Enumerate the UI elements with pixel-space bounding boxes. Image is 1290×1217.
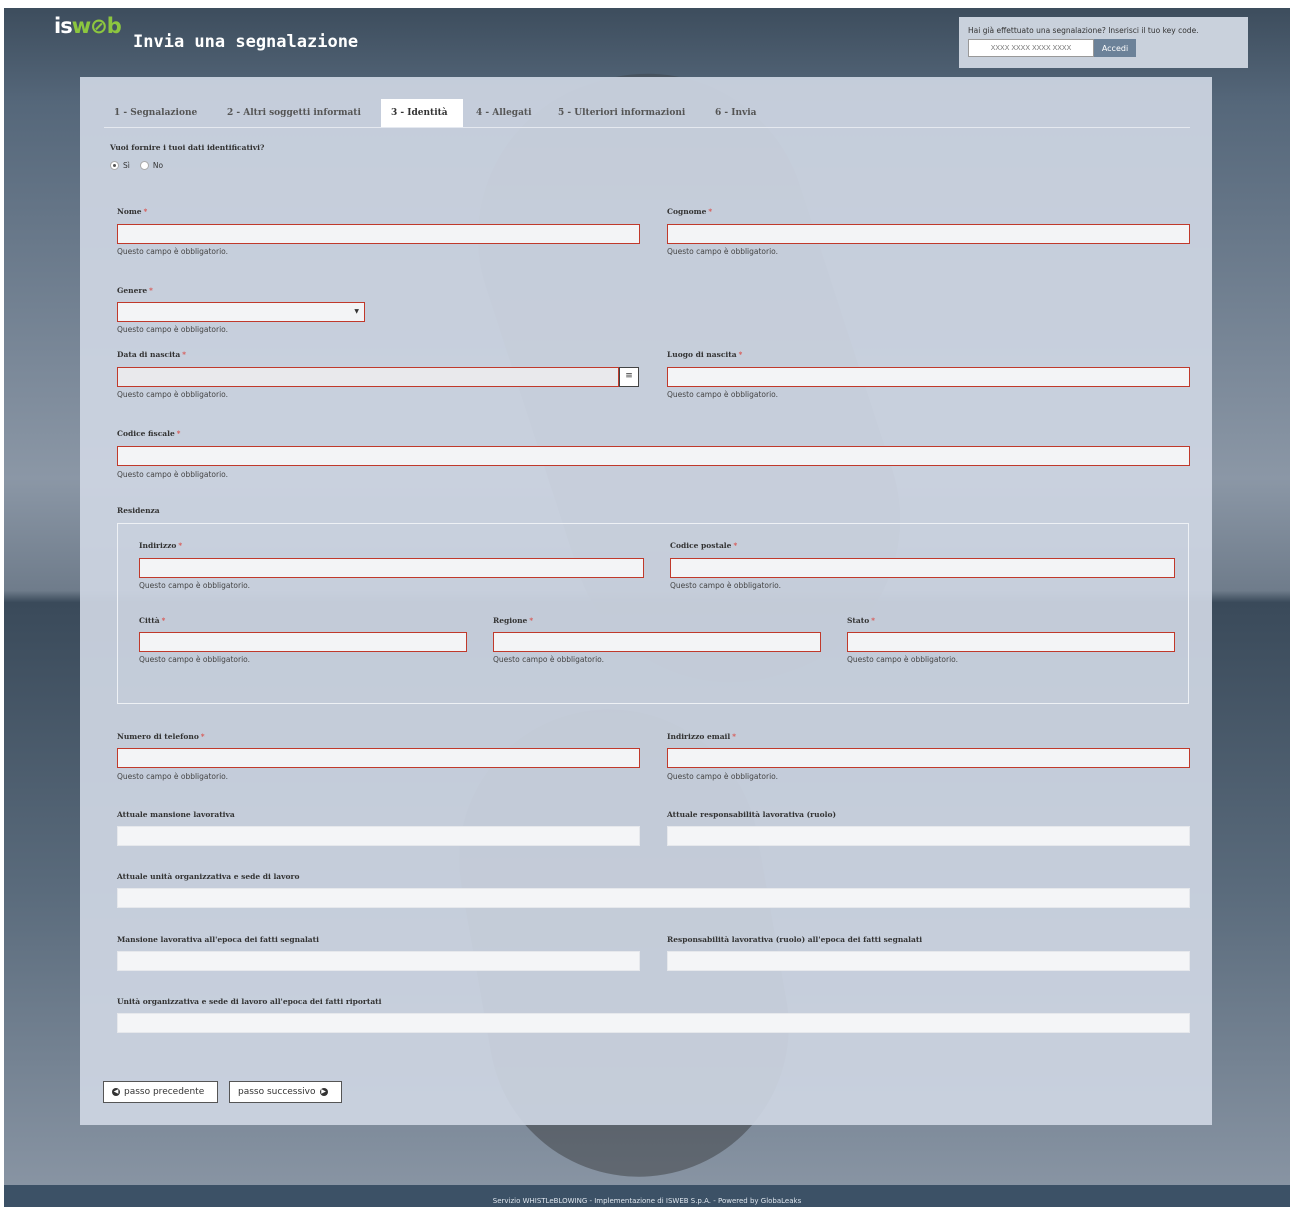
error-data-nascita: Questo campo è obbligatorio.: [117, 390, 229, 399]
label-nome: Nome *: [117, 207, 148, 216]
tab-altri-soggetti[interactable]: 2 - Altri soggetti informati: [217, 99, 371, 127]
error-codice-fiscale: Questo campo è obbligatorio.: [117, 470, 229, 479]
residenza-fieldset: Indirizzo * Questo campo è obbligatorio. …: [117, 523, 1189, 704]
label-citta: Città *: [139, 616, 166, 625]
citta-input[interactable]: [139, 632, 467, 652]
tab-ulteriori-informazioni[interactable]: 5 - Ulteriori informazioni: [548, 99, 695, 127]
arrow-right-circle-icon: ▶: [319, 1088, 328, 1096]
tab-identita[interactable]: 3 - Identità: [381, 99, 463, 127]
label-mansione: Attuale mansione lavorativa: [117, 810, 235, 819]
chevron-down-icon: ▼: [354, 308, 359, 315]
label-responsabilita: Attuale responsabilità lavorativa (ruolo…: [667, 810, 836, 819]
codice-fiscale-input[interactable]: [117, 446, 1190, 466]
label-codice-fiscale: Codice fiscale *: [117, 429, 181, 438]
label-email: Indirizzo email *: [667, 732, 736, 741]
indirizzo-input[interactable]: [139, 558, 644, 578]
label-cognome: Cognome *: [667, 207, 713, 216]
residenza-title: Residenza: [117, 506, 160, 515]
radio-yes-label: Sì: [123, 161, 130, 170]
telefono-input[interactable]: [117, 748, 640, 768]
radio-yes[interactable]: [110, 161, 119, 170]
error-telefono: Questo campo è obbligatorio.: [117, 772, 229, 781]
error-stato: Questo campo è obbligatorio.: [847, 655, 959, 664]
isweb-logo: isw⊘b: [54, 14, 122, 38]
label-responsabilita-epoca: Responsabilità lavorativa (ruolo) all'ep…: [667, 935, 923, 944]
error-regione: Questo campo è obbligatorio.: [493, 655, 605, 664]
error-cognome: Questo campo è obbligatorio.: [667, 247, 779, 256]
mansione-input[interactable]: [117, 826, 640, 846]
tab-allegati[interactable]: 4 - Allegati: [466, 99, 542, 127]
label-stato: Stato *: [847, 616, 875, 625]
unita-input[interactable]: [117, 888, 1190, 908]
genere-select[interactable]: ▼: [117, 302, 365, 322]
arrow-left-circle-icon: ◀: [112, 1088, 120, 1096]
radio-no-label: No: [152, 161, 164, 170]
next-step-label: passo successivo: [238, 1087, 316, 1097]
responsabilita-input[interactable]: [667, 826, 1190, 846]
prev-step-button[interactable]: ◀ passo precedente: [103, 1081, 218, 1103]
label-telefono: Numero di telefono *: [117, 732, 205, 741]
label-luogo-nascita: Luogo di nascita *: [667, 350, 743, 359]
label-unita: Attuale unità organizzativa e sede di la…: [117, 872, 300, 881]
tab-segnalazione[interactable]: 1 - Segnalazione: [104, 99, 207, 127]
form-panel: 1 - Segnalazione 2 - Altri soggetti info…: [80, 77, 1212, 1125]
error-nome: Questo campo è obbligatorio.: [117, 247, 229, 256]
prev-step-label: passo precedente: [124, 1087, 205, 1097]
error-email: Questo campo è obbligatorio.: [667, 772, 779, 781]
label-unita-epoca: Unità organizzativa e sede di lavoro all…: [117, 997, 382, 1006]
error-citta: Questo campo è obbligatorio.: [139, 655, 251, 664]
error-genere: Questo campo è obbligatorio.: [117, 325, 229, 334]
keycode-login-box: Hai già effettuato una segnalazione? Ins…: [959, 17, 1248, 68]
label-codice-postale: Codice postale *: [670, 541, 738, 550]
label-regione: Regione *: [493, 616, 533, 625]
footer: Servizio WHISTLeBLOWING - Implementazion…: [4, 1185, 1290, 1207]
page-title: Invia una segnalazione: [133, 32, 359, 52]
label-genere: Genere *: [117, 286, 153, 295]
keycode-prompt: Hai già effettuato una segnalazione? Ins…: [968, 26, 1199, 35]
step-tabs: 1 - Segnalazione 2 - Altri soggetti info…: [104, 99, 1190, 128]
identity-question: Vuoi fornire i tuoi dati identificativi?: [110, 143, 265, 152]
nome-input[interactable]: [117, 224, 640, 244]
unita-epoca-input[interactable]: [117, 1013, 1190, 1033]
tab-invia[interactable]: 6 - Invia: [705, 99, 767, 127]
mansione-epoca-input[interactable]: [117, 951, 640, 971]
error-codice-postale: Questo campo è obbligatorio.: [670, 581, 782, 590]
data-nascita-input[interactable]: [117, 367, 619, 387]
error-indirizzo: Questo campo è obbligatorio.: [139, 581, 251, 590]
identity-radio-group: Sì No: [110, 161, 163, 170]
luogo-nascita-input[interactable]: [667, 367, 1190, 387]
next-step-button[interactable]: passo successivo ▶: [229, 1081, 342, 1103]
label-data-nascita: Data di nascita *: [117, 350, 186, 359]
calendar-icon[interactable]: ≡: [619, 367, 639, 387]
codice-postale-input[interactable]: [670, 558, 1175, 578]
email-input[interactable]: [667, 748, 1190, 768]
error-luogo-nascita: Questo campo è obbligatorio.: [667, 390, 779, 399]
cognome-input[interactable]: [667, 224, 1190, 244]
label-indirizzo: Indirizzo *: [139, 541, 183, 550]
radio-no[interactable]: [139, 161, 149, 170]
responsabilita-epoca-input[interactable]: [667, 951, 1190, 971]
keycode-input[interactable]: [968, 39, 1094, 57]
regione-input[interactable]: [493, 632, 821, 652]
label-mansione-epoca: Mansione lavorativa all'epoca dei fatti …: [117, 935, 319, 944]
stato-input[interactable]: [847, 632, 1175, 652]
login-button[interactable]: Accedi: [1094, 39, 1136, 57]
